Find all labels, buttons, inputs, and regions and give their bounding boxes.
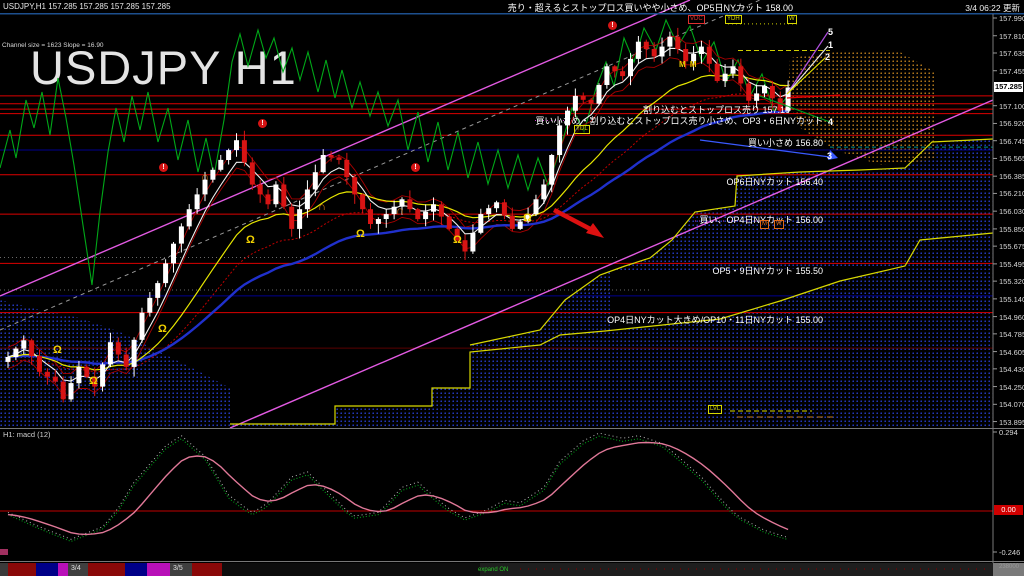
cap-marker-icon: ∩ <box>318 201 326 213</box>
projection-label: 4 <box>828 117 834 127</box>
price-axis-label: 157.455 <box>999 67 1024 76</box>
omega-marker-icon: Ω <box>356 228 365 240</box>
current-price-box: 157.285 <box>994 82 1023 92</box>
price-axis-label: 154.605 <box>999 348 1024 357</box>
price-axis-label: 154.960 <box>999 313 1024 322</box>
price-axis-label: 157.990 <box>999 14 1024 23</box>
omega-marker-icon: Ω <box>453 234 462 246</box>
alert-marker-icon: ! <box>608 21 617 30</box>
macd-axis-label: 0.294 <box>999 428 1018 437</box>
price-axis-label: 156.385 <box>999 172 1024 181</box>
price-axis-label: 156.030 <box>999 207 1024 216</box>
last-update: 3/4 06:22 更新 <box>965 3 1020 13</box>
projection-label: 3 <box>827 151 833 161</box>
price-axis-label: 156.210 <box>999 189 1024 198</box>
macd-axis-label: -0.246 <box>999 548 1021 557</box>
tag-box: W <box>787 15 797 24</box>
alert-marker-icon: ! <box>411 163 420 172</box>
timeline-date: 3/5 <box>173 565 183 572</box>
price-axis-label: 154.250 <box>999 383 1024 392</box>
cap-marker-icon: ∩ <box>396 205 404 217</box>
macd-axis-label: 238000 <box>999 564 1020 570</box>
price-axis-label: 155.320 <box>999 277 1024 286</box>
level-annotation: OP5・9日NYカット 155.50 <box>712 266 823 276</box>
alert-marker-icon: ! <box>258 119 267 128</box>
price-axis-label: 156.920 <box>999 119 1024 128</box>
price-axis-label: 153.895 <box>999 418 1024 427</box>
projection-label: 1 <box>828 40 834 50</box>
price-axis-label: 154.430 <box>999 365 1024 374</box>
level-annotation: 買い小さめ 156.80 <box>747 138 823 148</box>
omega-marker-icon: Ω <box>523 212 532 224</box>
macd-zero-box: 0.00 <box>994 505 1023 515</box>
cap-marker-icon: ∩ <box>201 171 209 183</box>
macd-label: H1: macd (12) <box>3 430 51 439</box>
price-axis-label: 155.675 <box>999 242 1024 251</box>
timeline-date: 3/4 <box>71 565 81 572</box>
ohlc-readout: USDJPY,H1 157.285 157.285 157.285 157.28… <box>3 2 171 11</box>
tag-box: LVL <box>708 405 723 414</box>
price-axis-label: 157.635 <box>999 49 1024 58</box>
price-axis-label: 154.070 <box>999 400 1024 409</box>
level-annotation: 売り・超えるとストップロス買いやや小さめ、OP5日NYカット 158.00 <box>507 3 793 13</box>
projection-label: 5 <box>828 27 834 37</box>
price-axis-label: 155.140 <box>999 295 1024 304</box>
level-annotation: OP6日NYカット 156.40 <box>726 177 823 187</box>
omega-marker-icon: Ω <box>89 375 98 387</box>
tag-box: M <box>760 220 769 229</box>
price-axis-label: 156.565 <box>999 154 1024 163</box>
price-axis-label: 156.745 <box>999 137 1024 146</box>
tag-box: W <box>774 220 784 229</box>
projection-label: 2 <box>825 52 831 62</box>
omega-marker-icon: Ω <box>53 344 62 356</box>
tag-box: YDH <box>725 15 742 24</box>
mt4-chart-window: USDJPY H1 Channel size = 1623 Slope = 16… <box>0 0 1024 576</box>
price-axis-label: 154.785 <box>999 330 1024 339</box>
price-axis-label: 155.495 <box>999 260 1024 269</box>
level-annotation: OP4日NYカット大きめ/OP10・11日NYカット 155.00 <box>607 315 823 325</box>
double-m-marker-icon: M M <box>679 60 698 69</box>
alert-marker-icon: ! <box>159 163 168 172</box>
strip-note: expand ON <box>478 567 509 573</box>
tag-box: YDL <box>574 125 590 134</box>
price-axis-label: 157.100 <box>999 102 1024 111</box>
price-axis-label: 157.810 <box>999 32 1024 41</box>
omega-marker-icon: Ω <box>158 323 167 335</box>
price-axis-label: 155.850 <box>999 225 1024 234</box>
tag-box: VDC <box>688 15 705 24</box>
omega-marker-icon: Ω <box>246 234 255 246</box>
main-chart[interactable] <box>0 0 1024 576</box>
